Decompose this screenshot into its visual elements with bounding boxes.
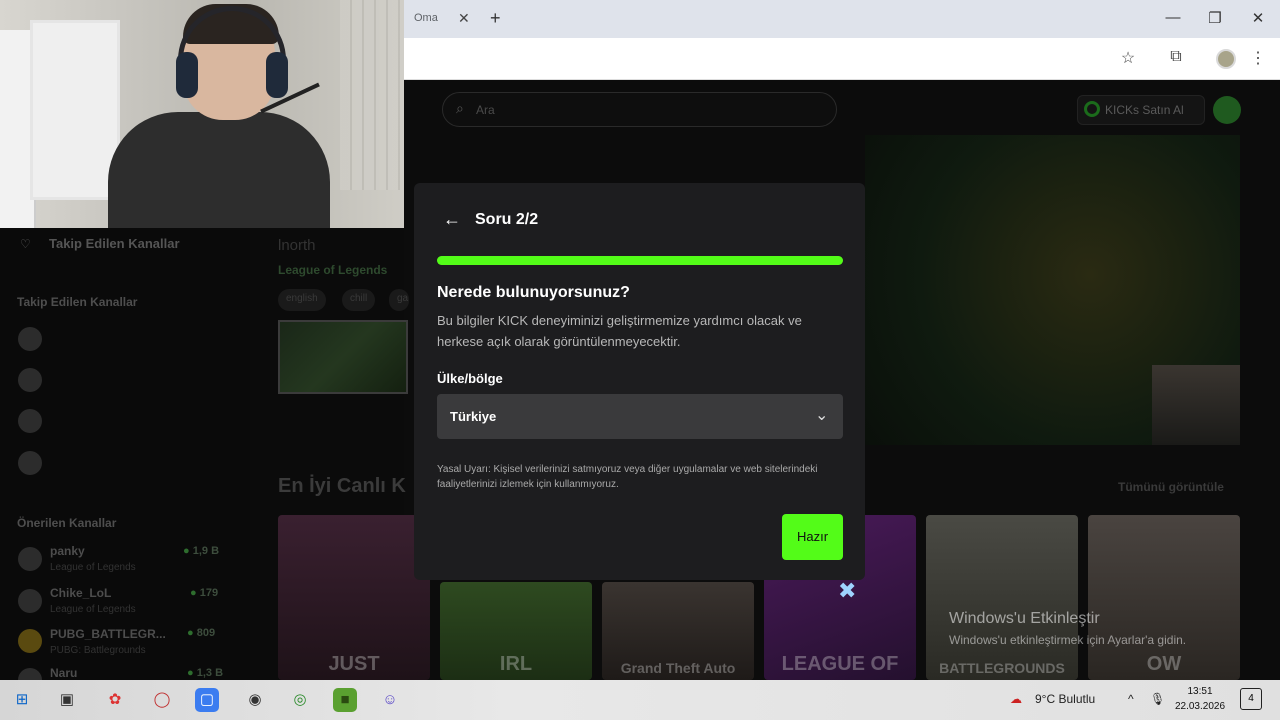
recommended-channel-name[interactable]: Chike_LoL — [50, 586, 111, 600]
notification-center-icon[interactable]: 4 — [1240, 688, 1262, 710]
stream-tag[interactable]: ga — [389, 289, 409, 311]
sidebar-recommended-section: Önerilen Kanallar — [17, 516, 117, 530]
tab-close-icon[interactable]: ✕ — [458, 10, 470, 27]
webcam-shelf — [30, 20, 120, 200]
recommended-channel-avatar[interactable] — [18, 547, 42, 571]
category-card[interactable]: Grand Theft Auto — [602, 582, 754, 680]
browser-tab-strip — [404, 0, 1280, 38]
search-input[interactable] — [442, 92, 837, 127]
viewer-count: ● 1,9 B — [183, 545, 220, 557]
followed-channel-avatar[interactable] — [18, 327, 42, 351]
featured-stream-title[interactable]: lnorth — [278, 237, 316, 254]
modal-question: Nerede bulunuyorsunuz? — [437, 284, 630, 301]
minimize-button[interactable]: — — [1163, 9, 1183, 26]
recommended-channel-game: League of Legends — [50, 604, 136, 615]
clock-date: 22.03.2026 — [1174, 701, 1226, 712]
headphone-icon — [266, 52, 288, 98]
back-arrow-icon[interactable]: ← — [443, 209, 461, 230]
followed-channel-avatar[interactable] — [18, 451, 42, 475]
cursor-icon: ✖ — [838, 578, 857, 603]
category-card[interactable]: OW — [1088, 515, 1240, 680]
profile-avatar[interactable] — [1216, 49, 1236, 69]
stream-thumbnail[interactable] — [278, 320, 408, 394]
webcam-rack — [340, 0, 404, 190]
chevron-down-icon[interactable]: ⌄ — [815, 405, 828, 425]
legal-notice: Yasal Uyarı: Kişisel verilerinizi satmıy… — [437, 464, 818, 490]
category-card-label: Grand Theft Auto — [620, 660, 736, 676]
category-card-label: LEAGUE OF — [781, 653, 899, 675]
category-card-label: BATTLEGROUNDS — [939, 660, 1065, 676]
modal-step-title: Soru 2/2 — [475, 211, 539, 228]
section-title: En İyi Canlı K — [278, 475, 406, 497]
recommended-channel-name[interactable]: Naru — [50, 666, 77, 680]
taskbar-clock[interactable]: 13:51 22.03.2026 — [1172, 684, 1228, 714]
app-icon-roblox[interactable]: ▢ — [195, 688, 219, 712]
category-card-label: JUST — [328, 653, 380, 675]
recommended-channel-avatar[interactable] — [18, 629, 42, 653]
tray-chevron-icon[interactable]: ^ — [1128, 692, 1134, 706]
viewer-count: ● 179 — [190, 587, 219, 599]
followed-channel-avatar[interactable] — [18, 368, 42, 392]
kicks-icon — [1084, 101, 1100, 117]
recommended-channel-game: League of Legends — [50, 562, 136, 573]
category-card[interactable]: BATTLEGROUNDS — [926, 515, 1078, 680]
bookmark-star-icon[interactable]: ☆ — [1117, 48, 1139, 68]
browser-tab-title: Oma — [414, 12, 438, 24]
search-placeholder: Ara — [476, 103, 495, 117]
country-select[interactable] — [437, 394, 843, 439]
new-tab-button[interactable]: + — [490, 8, 501, 29]
app-icon-minecraft[interactable]: ■ — [333, 688, 357, 712]
close-window-button[interactable]: ✕ — [1248, 9, 1268, 27]
extensions-icon[interactable]: ⧉ — [1165, 48, 1187, 66]
webcam-person-body — [108, 112, 330, 228]
sidebar-followed-section: Takip Edilen Kanallar — [17, 295, 138, 309]
webcam-overlay — [0, 0, 404, 228]
followed-channel-avatar[interactable] — [18, 409, 42, 433]
chrome-icon[interactable]: ◎ — [288, 688, 312, 712]
category-card[interactable]: IRL — [440, 582, 592, 680]
category-card-label: OW — [1146, 653, 1182, 675]
modal-description: Bu bilgiler KICK deneyiminizi geliştirme… — [437, 313, 802, 349]
recommended-channel-name[interactable]: panky — [50, 544, 85, 558]
stream-tag[interactable]: chill — [342, 289, 376, 311]
country-field-label: Ülke/bölge — [437, 371, 503, 386]
weather-text[interactable]: 9°C Bulutlu — [1035, 692, 1095, 706]
task-view-icon[interactable]: ▣ — [55, 688, 79, 712]
stream-tag[interactable]: english — [278, 289, 326, 311]
weather-icon: ☁ — [1010, 692, 1022, 706]
headphone-icon — [176, 52, 198, 98]
streamer-cam — [1152, 365, 1240, 445]
clock-time: 13:51 — [1187, 686, 1213, 697]
progress-fill — [437, 256, 843, 265]
see-all-link[interactable]: Tümünü görüntüle — [1118, 480, 1224, 494]
heart-icon: ♡ — [20, 237, 31, 251]
activation-watermark-text: Windows'u etkinleştirmek için Ayarlar'a … — [949, 633, 1187, 647]
country-select-value: Türkiye — [450, 409, 497, 424]
app-icon-obs[interactable]: ◉ — [243, 688, 267, 712]
app-icon-photos[interactable]: ✿ — [103, 688, 127, 712]
recommended-channel-name[interactable]: PUBG_BATTLEGR... — [50, 627, 166, 641]
recommended-channel-avatar[interactable] — [18, 589, 42, 613]
user-avatar[interactable] — [1213, 96, 1241, 124]
browser-toolbar — [404, 38, 1280, 80]
search-icon: ⌕ — [456, 100, 464, 116]
ready-button[interactable]: Hazır — [782, 514, 843, 560]
buy-kicks-label: KICKs Satın Al — [1105, 103, 1184, 117]
recommended-channel-game: PUBG: Battlegrounds — [50, 645, 146, 656]
app-icon-discord[interactable]: ☺ — [378, 688, 402, 712]
microphone-icon[interactable]: 🎙 — [1150, 692, 1165, 706]
app-icon-opera[interactable]: ◯ — [150, 688, 174, 712]
viewer-count: ● 1,3 B — [187, 667, 224, 679]
browser-menu-icon[interactable]: ⋮ — [1247, 48, 1269, 68]
category-card-label: IRL — [499, 653, 533, 675]
featured-stream-game[interactable]: League of Legends — [278, 263, 387, 277]
activation-watermark-title: Windows'u Etkinleştir — [949, 610, 1100, 627]
restore-button[interactable]: ❐ — [1205, 9, 1225, 27]
category-card[interactable]: JUST — [278, 515, 430, 680]
viewer-count: ● 809 — [187, 627, 216, 639]
windows-start-icon[interactable]: ⊞ — [10, 688, 34, 712]
sidebar-followed-title[interactable]: Takip Edilen Kanallar — [49, 236, 180, 251]
